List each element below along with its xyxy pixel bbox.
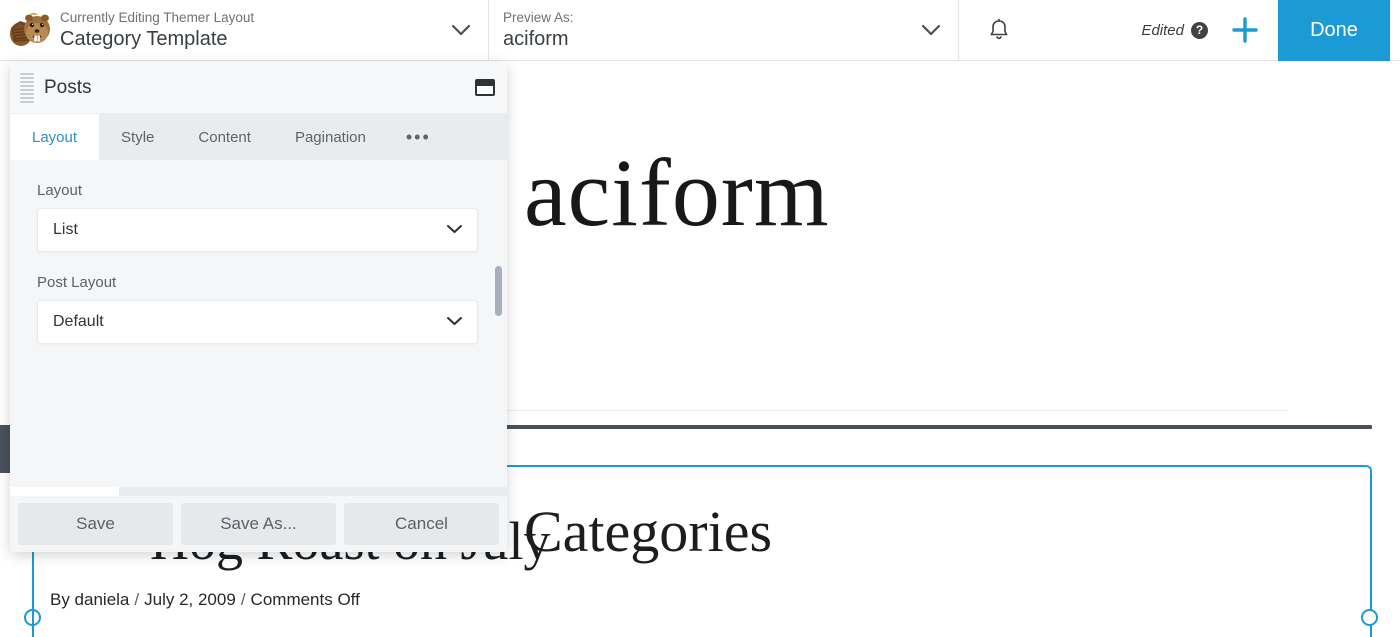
tab-style[interactable]: Style: [99, 114, 176, 160]
panel-header[interactable]: Posts: [10, 62, 507, 114]
question-mark-icon[interactable]: ?: [1191, 22, 1208, 39]
panel-tabs: Layout Style Content Pagination •••: [10, 114, 507, 160]
edited-label: Edited: [1141, 22, 1184, 39]
save-button[interactable]: Save: [18, 503, 173, 545]
content-divider: [505, 410, 1288, 411]
panel-body: Layout List Post Layout Default: [10, 160, 507, 496]
topbar-actions: Edited ? Done: [959, 0, 1400, 60]
tab-layout[interactable]: Layout: [10, 114, 99, 160]
layout-select-value: List: [53, 221, 78, 239]
top-admin-bar: Currently Editing Themer Layout Category…: [0, 0, 1400, 61]
drag-grip-icon[interactable]: [20, 71, 34, 105]
app-root: aciform Hog Roast on July Categories By …: [0, 0, 1400, 637]
layout-switcher-text: Currently Editing Themer Layout Category…: [60, 9, 448, 52]
field-post-layout: Post Layout Default: [37, 274, 480, 344]
edited-status: Edited ?: [1141, 22, 1208, 39]
more-tabs-icon[interactable]: •••: [388, 114, 449, 160]
post-layout-select[interactable]: Default: [37, 300, 478, 344]
bell-icon[interactable]: [981, 12, 1017, 48]
panel-scrollbar-thumb[interactable]: [495, 266, 502, 316]
tab-pagination[interactable]: Pagination: [273, 114, 388, 160]
layout-select[interactable]: List: [37, 208, 478, 252]
done-button[interactable]: Done: [1278, 0, 1390, 61]
preview-as-sublabel: Preview As:: [503, 9, 918, 26]
layout-switcher-value: Category Template: [60, 26, 448, 52]
plus-icon[interactable]: [1222, 7, 1268, 53]
save-as-button[interactable]: Save As...: [181, 503, 336, 545]
cancel-button[interactable]: Cancel: [344, 503, 499, 545]
panel-section-tabs: Posts: [10, 487, 507, 496]
preview-as-value: aciform: [503, 26, 918, 52]
field-label-layout: Layout: [37, 182, 480, 199]
chevron-down-icon[interactable]: [448, 17, 474, 43]
window-icon[interactable]: [475, 79, 495, 96]
section-tab-posts[interactable]: Posts: [10, 487, 119, 496]
beaver-builder-logo: [8, 8, 52, 52]
panel-title: Posts: [44, 77, 475, 99]
field-layout: Layout List: [37, 182, 480, 252]
layout-switcher-sublabel: Currently Editing Themer Layout: [60, 9, 448, 26]
layout-switcher[interactable]: Currently Editing Themer Layout Category…: [0, 0, 489, 60]
chevron-down-icon[interactable]: [918, 17, 944, 43]
chevron-down-icon: [446, 313, 463, 331]
chevron-down-icon: [446, 221, 463, 239]
tab-content[interactable]: Content: [176, 114, 273, 160]
preview-as-switcher[interactable]: Preview As: aciform: [489, 0, 959, 60]
module-settings-panel[interactable]: Posts Layout Style Content Pagination ••…: [10, 62, 507, 552]
post-layout-select-value: Default: [53, 313, 104, 331]
preview-as-text: Preview As: aciform: [503, 9, 918, 52]
site-title: aciform: [524, 138, 830, 248]
panel-footer: Save Save As... Cancel: [10, 496, 507, 552]
field-label-post-layout: Post Layout: [37, 274, 480, 291]
panel-scrollbar[interactable]: [495, 168, 502, 488]
resize-handle-right[interactable]: [1361, 609, 1378, 626]
